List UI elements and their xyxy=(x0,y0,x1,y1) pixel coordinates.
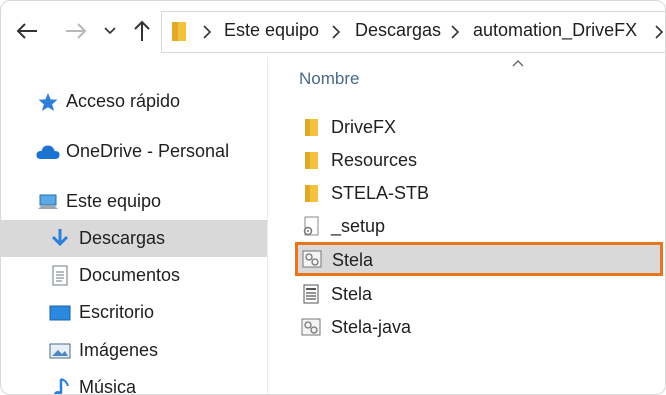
up-button[interactable] xyxy=(129,18,155,44)
up-arrow-icon xyxy=(134,20,150,41)
breadcrumb-este-equipo[interactable]: Este equipo xyxy=(224,20,319,41)
batch-file-icon xyxy=(301,318,321,336)
sort-ascending-icon xyxy=(511,55,525,73)
batch-file-icon xyxy=(302,250,322,268)
sidebar-item-label: Descargas xyxy=(79,228,166,248)
sidebar-item-imagenes[interactable]: Imágenes xyxy=(1,332,267,369)
forward-arrow-icon xyxy=(66,23,87,39)
breadcrumb-separator-icon xyxy=(203,25,212,39)
file-name: Stela xyxy=(331,284,373,304)
file-name: _setup xyxy=(331,216,386,236)
file-name: Stela xyxy=(332,250,374,270)
back-button[interactable] xyxy=(14,18,40,44)
sidebar-item-label: Música xyxy=(79,377,137,395)
computer-icon xyxy=(37,191,59,213)
file-item-resources[interactable]: Resources xyxy=(295,145,663,176)
folder-icon xyxy=(305,185,318,202)
folder-icon xyxy=(305,119,318,136)
navigation-pane: Acceso rápido OneDrive - Personal Este e… xyxy=(1,57,267,395)
file-name: STELA-STB xyxy=(331,183,430,203)
breadcrumb-descargas[interactable]: Descargas xyxy=(355,20,441,41)
download-arrow-icon xyxy=(49,228,71,250)
text-file-icon xyxy=(303,284,319,304)
folder-icon xyxy=(305,152,318,169)
file-item-stela-batch[interactable]: Stela xyxy=(295,242,663,276)
back-arrow-icon xyxy=(16,23,37,39)
file-name: Stela-java xyxy=(331,317,412,337)
file-name: Resources xyxy=(331,150,418,170)
sidebar-item-musica[interactable]: Música xyxy=(1,369,267,395)
sidebar-item-label: Este equipo xyxy=(66,191,162,211)
breadcrumb-separator-icon xyxy=(332,25,341,39)
file-name: DriveFX xyxy=(331,117,397,137)
file-item-drivefx[interactable]: DriveFX xyxy=(295,112,663,143)
file-explorer-window: Este equipo Descargas automation_DriveFX… xyxy=(0,0,666,395)
sidebar-item-escritorio[interactable]: Escritorio xyxy=(1,294,267,331)
document-icon xyxy=(49,265,71,287)
breadcrumb-separator-icon xyxy=(451,25,460,39)
address-bar[interactable]: Este equipo Descargas automation_DriveFX xyxy=(161,11,665,53)
recent-locations-button[interactable] xyxy=(97,18,123,44)
desktop-icon xyxy=(49,302,71,324)
breadcrumb-separator-icon xyxy=(655,25,664,39)
sidebar-item-onedrive[interactable]: OneDrive - Personal xyxy=(1,133,267,170)
sidebar-item-este-equipo[interactable]: Este equipo xyxy=(1,183,267,220)
music-note-icon xyxy=(51,377,73,394)
sidebar-item-label: Escritorio xyxy=(79,302,155,322)
image-icon xyxy=(49,340,71,362)
file-item-setup[interactable]: _setup xyxy=(295,211,663,242)
chevron-down-icon xyxy=(104,27,116,35)
file-item-stela-java[interactable]: Stela-java xyxy=(295,312,663,343)
sidebar-item-descargas[interactable]: Descargas xyxy=(1,220,267,257)
sidebar-item-acceso-rapido[interactable]: Acceso rápido xyxy=(1,83,267,120)
sidebar-item-label: Acceso rápido xyxy=(66,91,181,111)
star-icon xyxy=(37,91,59,113)
forward-button[interactable] xyxy=(63,18,89,44)
folder-icon xyxy=(172,22,186,41)
sidebar-item-label: Documentos xyxy=(79,265,181,285)
pane-divider[interactable] xyxy=(267,57,268,394)
column-header-name[interactable]: Nombre xyxy=(299,69,359,89)
breadcrumb-automation-drivefx[interactable]: automation_DriveFX xyxy=(473,20,637,41)
file-item-stela-stb[interactable]: STELA-STB xyxy=(295,178,663,209)
sidebar-item-label: Imágenes xyxy=(79,340,159,360)
cloud-icon xyxy=(35,141,61,163)
file-item-stela-text[interactable]: Stela xyxy=(295,279,663,310)
settings-file-icon xyxy=(303,216,319,236)
sidebar-item-label: OneDrive - Personal xyxy=(66,141,230,161)
sidebar-item-documentos[interactable]: Documentos xyxy=(1,257,267,294)
